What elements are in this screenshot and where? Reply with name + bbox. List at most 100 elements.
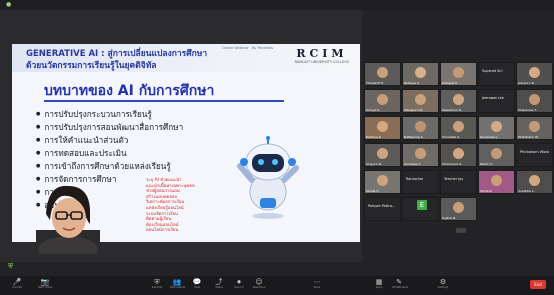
- toolbar-button-reactions[interactable]: ☺ Reactions: [252, 278, 266, 289]
- participant-name: Thanakrit P.: [366, 81, 384, 85]
- slide-tag: Online Webinar: [222, 46, 249, 50]
- slide-tag: By Panelists: [252, 46, 274, 50]
- toolbar-button-security[interactable]: ⛨ Security: [150, 278, 164, 289]
- participant-tile[interactable]: Pimchanok K.: [440, 143, 477, 167]
- participant-tile[interactable]: Thanakrit P.: [364, 62, 401, 86]
- participant-tile[interactable]: Nattapong K.: [402, 116, 439, 140]
- toolbar-label: Share: [215, 286, 223, 289]
- meeting-window: ● GENERATIVE AI : สู่การเปลี่ยนแปลงการศึ…: [0, 0, 554, 295]
- participant-tile[interactable]: Anchalee T.: [402, 143, 439, 167]
- heading-underline: [44, 100, 284, 102]
- participant-tile[interactable]: Student: [478, 170, 515, 194]
- participant-tile[interactable]: Jeerawat Lek: [478, 89, 515, 113]
- participant-avatar: [415, 94, 426, 105]
- participant-tile[interactable]: Kanokwan J.: [478, 116, 515, 140]
- participant-name: Jatuporn B.: [518, 81, 535, 85]
- slide-header: GENERATIVE AI : สู่การเปลี่ยนแปลงการศึกษ…: [12, 44, 360, 72]
- security-icon: ⛨: [154, 278, 160, 286]
- toolbar-label: Apps: [375, 286, 383, 289]
- reactions-icon: ☺: [255, 278, 263, 286]
- participant-avatar: [377, 121, 388, 132]
- participant-avatar: [453, 94, 464, 105]
- participant-tile[interactable]: Phatcharin W.: [516, 116, 553, 140]
- presenter-video: [36, 185, 100, 254]
- participant-name: Sujitra M.: [442, 216, 457, 220]
- participant-tile[interactable]: Phakamas T.: [516, 89, 553, 113]
- end-button-label: End: [534, 282, 542, 287]
- participant-avatar: [491, 121, 502, 132]
- slide-bullet-item: การปรับปรุงกระบวนการเรียนรู้: [36, 108, 183, 121]
- participant-name: Kritsada P.: [442, 81, 458, 85]
- participant-tile[interactable]: Chonlada S.: [440, 116, 477, 140]
- participant-name: Nuttaya S.: [404, 81, 420, 85]
- participant-avatar: [491, 175, 502, 186]
- participant-tile[interactable]: Sujitra M.: [440, 197, 477, 221]
- toolbar-label: Whiteboards: [392, 286, 409, 289]
- participant-avatar: [529, 175, 540, 186]
- connection-indicator: ●: [6, 1, 12, 8]
- start-video-icon: 📷: [40, 278, 50, 286]
- participant-avatar: [377, 67, 388, 78]
- participant-tile[interactable]: E: [402, 197, 439, 221]
- slide-title-line2: ด้วยนวัตกรรมการเรียนรู้ในยุคดิจิทัล: [26, 61, 157, 71]
- toolbar-button-participants[interactable]: 👥 Participants: [170, 278, 186, 289]
- toolbar-label: Settings: [437, 286, 449, 289]
- participant-tile[interactable]: Waraporn M.: [402, 89, 439, 113]
- toolbar-label: Unmute: [11, 286, 23, 289]
- participant-avatar: [377, 148, 388, 159]
- participant-name: Kanda S.: [366, 189, 380, 193]
- participant-avatar: [377, 175, 388, 186]
- participant-name: Ratnachai: [406, 177, 423, 181]
- toolbar-button-share[interactable]: ⤴ Share: [212, 278, 226, 289]
- participant-name: Chonlada S.: [442, 135, 460, 139]
- participant-tile[interactable]: Poripan Pattra...: [364, 197, 401, 221]
- chat-icon: 💬: [192, 278, 202, 286]
- participant-name: Poripan Pattra...: [368, 204, 396, 208]
- participant-tile[interactable]: Ratnachai: [402, 170, 439, 194]
- participant-avatar: [453, 202, 464, 213]
- participant-tile[interactable]: Rattana P.: [364, 116, 401, 140]
- toolbar-button-more[interactable]: ⋯ More: [310, 278, 324, 289]
- participant-avatar: [529, 121, 540, 132]
- toolbar-button-settings[interactable]: ⚙ Settings: [436, 278, 450, 289]
- toolbar-button-whiteboards[interactable]: ✎ Whiteboards: [392, 278, 409, 289]
- participant-tile[interactable]: Supanat Siri: [478, 62, 515, 86]
- participant-tile[interactable]: Kanda S.: [364, 170, 401, 194]
- toolbar-button-chat[interactable]: 💬 Chat: [190, 278, 204, 289]
- end-meeting-button[interactable]: End: [530, 280, 546, 289]
- toolbar-label: Security: [151, 286, 163, 289]
- toolbar-button-apps[interactable]: ▦ Apps: [372, 278, 386, 289]
- participant-tile[interactable]: Nuttaya S.: [402, 62, 439, 86]
- participant-tile[interactable]: Kritsada P.: [440, 62, 477, 86]
- unmute-icon: 🎤: [12, 278, 22, 286]
- participant-tile[interactable]: Teacher Joy: [440, 170, 477, 194]
- toolbar-button-start-video[interactable]: 📷 Start Video: [38, 278, 52, 289]
- participant-tile[interactable]: Montri C.: [478, 143, 515, 167]
- robot-illustration: [237, 136, 299, 219]
- participant-tile[interactable]: Supattra L.: [516, 170, 553, 194]
- share-icon: ⤴: [215, 278, 223, 286]
- toolbar-label: Record: [234, 286, 244, 289]
- participant-name: Phichakorn Wiwa: [520, 150, 549, 154]
- logo-text: RCIM: [296, 47, 348, 60]
- participant-name: Waraporn M.: [404, 108, 424, 112]
- toolbar-label: Reactions: [252, 286, 266, 289]
- screen-share-area: GENERATIVE AI : สู่การเปลี่ยนแปลงการศึกษ…: [0, 10, 362, 262]
- participant-name: Pimchanok K.: [442, 162, 463, 166]
- whiteboards-icon: ✎: [396, 278, 402, 286]
- participant-avatar: [415, 121, 426, 132]
- toolbar-button-unmute[interactable]: 🎤 Unmute: [10, 278, 24, 289]
- participant-tile[interactable]: Sasiwimon R.: [440, 89, 477, 113]
- participant-tile[interactable]: Siriporn N.: [364, 143, 401, 167]
- gallery-page-button[interactable]: [456, 228, 466, 233]
- participant-avatar: [529, 94, 540, 105]
- participant-tile[interactable]: Sirinya K.: [364, 89, 401, 113]
- toolbar-label: Chat: [193, 286, 201, 289]
- toolbar-label: More: [313, 286, 321, 289]
- participant-avatar: [415, 148, 426, 159]
- toolbar-label: Participants: [170, 286, 186, 289]
- participant-tile[interactable]: Jatuporn B.: [516, 62, 553, 86]
- toolbar-button-record[interactable]: ⏺ Record: [232, 278, 246, 289]
- participant-initial-avatar: E: [417, 200, 427, 210]
- participant-tile[interactable]: Phichakorn Wiwa: [516, 143, 553, 167]
